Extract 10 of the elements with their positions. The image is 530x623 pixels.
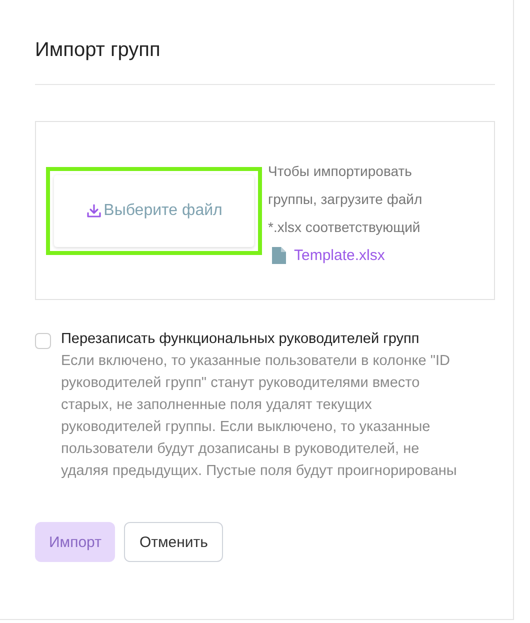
option-label: Перезаписать функциональных руководителей групп — [61, 330, 420, 349]
cancel-button[interactable]: Отменить — [124, 522, 223, 562]
dialog-title: Импорт групп — [35, 38, 162, 63]
choose-file-button[interactable]: Выберите файл — [54, 174, 254, 246]
template-link[interactable]: Template.xlsx — [294, 247, 385, 264]
download-icon — [86, 202, 102, 218]
file-icon — [272, 247, 286, 264]
checkbox[interactable] — [35, 333, 51, 349]
upload-hint: Чтобы импортировать группы, загрузите файл *.xlsx соответствующий — [268, 162, 424, 237]
option-description: Если включено, то указанные пользователи в колонке "ID руководителей групп" станут руководителями вместо старых, не заполненные поля удалят текущих руководителей группы. Если выключено, то указанные пользователи будут дозаписаны в руководителей, не удаляя предыдущих. Пустые поля будут проигнорированы — [61, 352, 458, 481]
